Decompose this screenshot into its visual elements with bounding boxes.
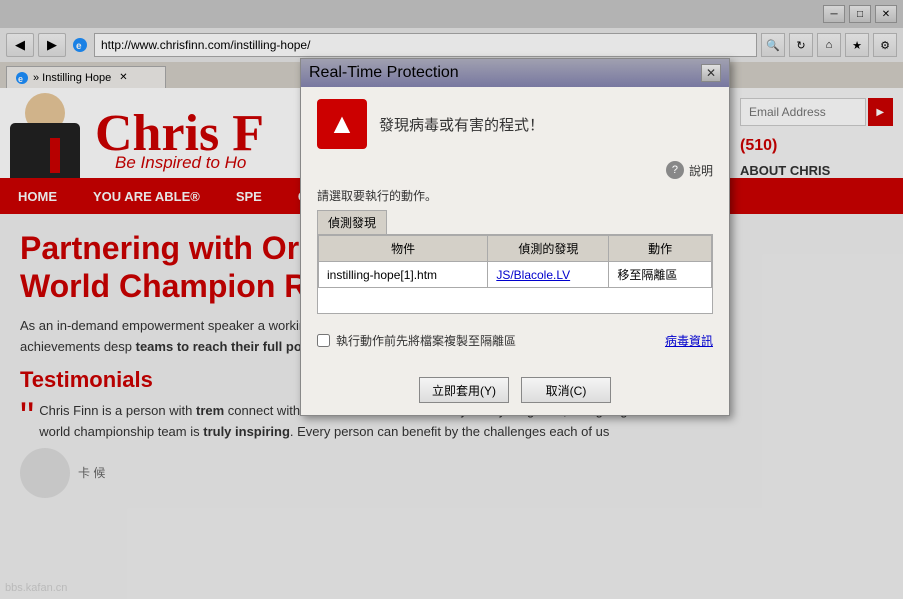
- apply-button[interactable]: 立即套用(Y): [419, 377, 509, 403]
- row-action: 移至隔離區: [609, 262, 712, 288]
- warning-mark: ▲: [328, 108, 356, 140]
- row-detection-link[interactable]: JS/Blacole.LV: [488, 262, 609, 288]
- realtime-protection-dialog: Real-Time Protection ✕ ▲ 發現病毒或有害的程式！ ? 說…: [300, 58, 730, 416]
- col-header-detection: 偵測的發現: [488, 236, 609, 262]
- help-button[interactable]: ?: [666, 161, 684, 179]
- warning-text: 發現病毒或有害的程式！: [379, 114, 544, 135]
- action-label: 請選取要執行的動作。: [317, 187, 713, 204]
- dialog-title: Real-Time Protection: [309, 64, 459, 82]
- checkbox-label: 執行動作前先將檔案複製至隔離區: [336, 332, 516, 349]
- col-header-action: 動作: [609, 236, 712, 262]
- detection-table-wrapper: 物件 偵測的發現 動作 instilling-hope[1].htm JS/Bl…: [317, 234, 713, 314]
- dialog-buttons: 立即套用(Y) 取消(C): [317, 369, 713, 403]
- dialog-title-bar: Real-Time Protection ✕: [301, 59, 729, 87]
- help-bar: ? 說明: [317, 161, 713, 179]
- dialog-close-button[interactable]: ✕: [701, 64, 721, 82]
- cancel-button[interactable]: 取消(C): [521, 377, 611, 403]
- dialog-body: ▲ 發現病毒或有害的程式！ ? 說明 請選取要執行的動作。 偵測發現 物件 偵測…: [301, 87, 729, 415]
- virus-info-link[interactable]: 病毒資訊: [665, 332, 713, 349]
- dialog-header: ▲ 發現病毒或有害的程式！: [317, 99, 713, 149]
- copy-checkbox[interactable]: [317, 334, 330, 347]
- col-header-object: 物件: [319, 236, 488, 262]
- help-label: 說明: [689, 162, 713, 179]
- row-object: instilling-hope[1].htm: [319, 262, 488, 288]
- detection-table: 物件 偵測的發現 動作 instilling-hope[1].htm JS/Bl…: [318, 235, 712, 288]
- checkbox-section: 執行動作前先將檔案複製至隔離區 病毒資訊: [317, 324, 713, 357]
- checkbox-row: 執行動作前先將檔案複製至隔離區: [317, 332, 516, 349]
- warning-icon: ▲: [317, 99, 367, 149]
- table-row: instilling-hope[1].htm JS/Blacole.LV 移至隔…: [319, 262, 712, 288]
- detection-tab[interactable]: 偵測發現: [317, 210, 387, 234]
